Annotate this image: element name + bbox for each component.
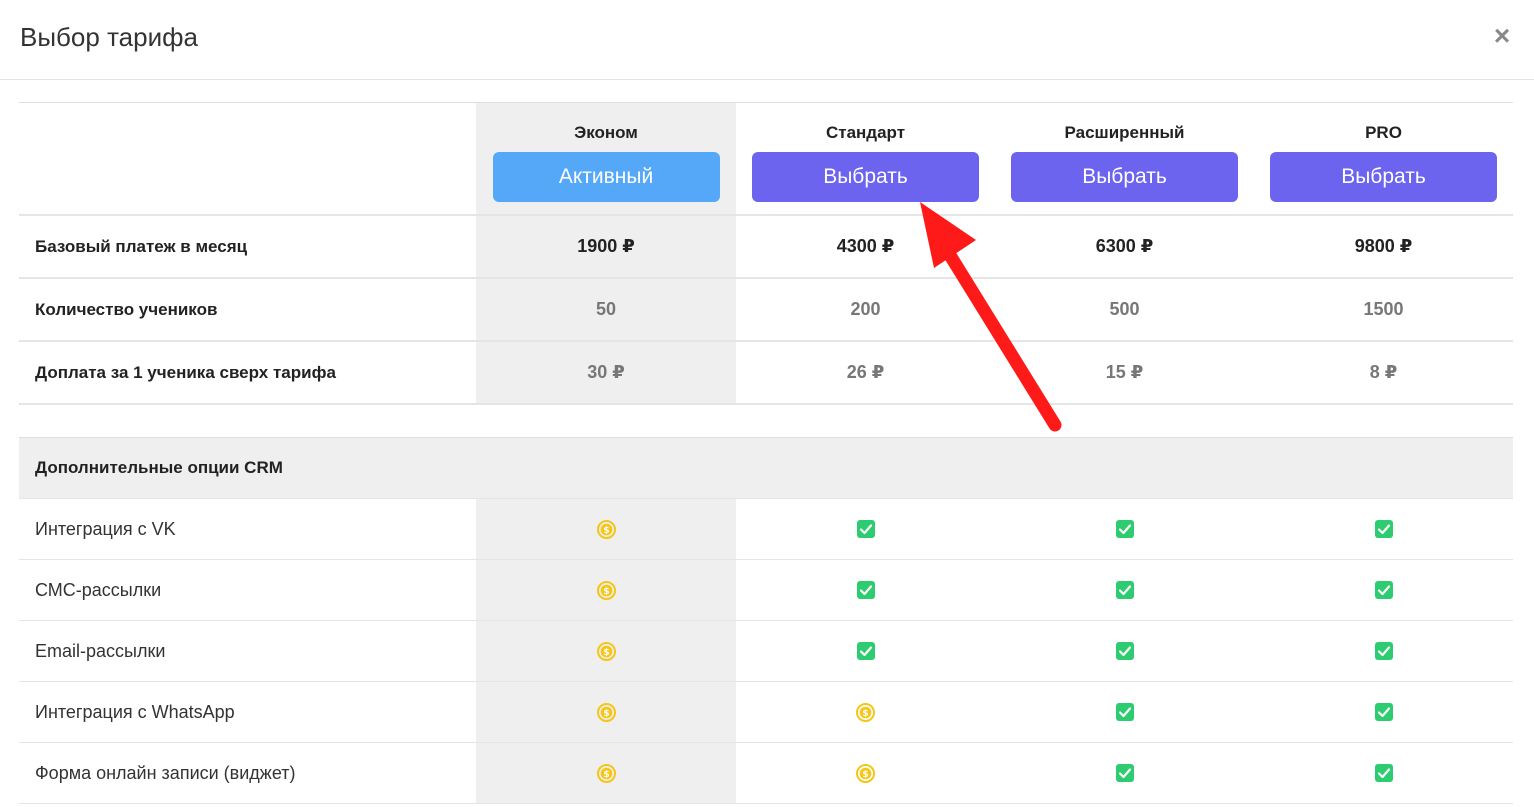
feature-cell [736, 498, 995, 560]
feature-row: Интеграция с WhatsApp $ $ [19, 681, 1513, 743]
metric-value: 9800 ₽ [1254, 215, 1513, 279]
plan-name: PRO [1365, 123, 1402, 142]
plan-name: Стандарт [825, 123, 906, 142]
plans-table: Эконом Активный Стандарт Выбрать Расширенный… [19, 102, 1513, 804]
feature-cell [736, 559, 995, 621]
plan-column-2: Расширенный Выбрать [995, 102, 1254, 216]
plan-name: Расширенный [1064, 123, 1185, 142]
feature-cell [1254, 498, 1513, 560]
metric-value: 1500 [1254, 278, 1513, 342]
dollar-coin-icon: $ [596, 763, 616, 783]
svg-text:$: $ [862, 770, 868, 780]
plan-column-3: PRO Выбрать [1254, 102, 1513, 216]
checkbox-checked-icon [856, 580, 875, 599]
select-plan-button[interactable]: Выбрать [1011, 152, 1238, 202]
feature-label: СМС-рассылки [19, 559, 476, 621]
dollar-coin-icon: $ [596, 641, 616, 661]
checkbox-checked-icon [1115, 519, 1134, 538]
checkbox-checked-icon [1374, 763, 1393, 782]
feature-row: СМС-рассылки $ [19, 559, 1513, 621]
metric-label: Количество учеников [19, 278, 476, 342]
metric-label: Базовый платеж в месяц [19, 215, 476, 279]
dollar-coin-icon: $ [856, 763, 875, 783]
feature-cell: $ [476, 620, 736, 682]
metric-value: 6300 ₽ [995, 215, 1254, 279]
plan-column-1: Стандарт Выбрать [736, 102, 995, 216]
feature-cell [995, 742, 1254, 804]
metric-value: 4300 ₽ [736, 215, 995, 279]
feature-label: Email-рассылки [19, 620, 476, 682]
spacer-cell [19, 404, 1513, 438]
close-icon[interactable]: × [1490, 22, 1514, 50]
checkbox-checked-icon [856, 641, 875, 660]
spacer-row [19, 404, 1513, 438]
plan-name: Эконом [574, 123, 638, 142]
metric-value: 30 ₽ [476, 341, 736, 405]
feature-cell [1254, 742, 1513, 804]
metric-value: 50 [476, 278, 736, 342]
feature-cell: $ [476, 498, 736, 560]
feature-cell [995, 498, 1254, 560]
feature-cell: $ [736, 742, 995, 804]
modal-header: Выбор тарифа × [0, 0, 1534, 80]
modal-title: Выбор тарифа [20, 22, 198, 52]
feature-cell [736, 620, 995, 682]
metric-row: Доплата за 1 ученика сверх тарифа 30 ₽26 … [19, 341, 1513, 405]
checkbox-checked-icon [1374, 641, 1393, 660]
active-plan-button[interactable]: Активный [492, 152, 720, 202]
header-empty-cell [19, 102, 476, 216]
dollar-coin-icon: $ [596, 519, 616, 539]
metric-value: 1900 ₽ [476, 215, 736, 279]
feature-cell: $ [476, 681, 736, 743]
feature-cell: $ [476, 742, 736, 804]
feature-cell [995, 620, 1254, 682]
checkbox-checked-icon [1115, 580, 1134, 599]
metric-value: 500 [995, 278, 1254, 342]
metric-row: Базовый платеж в месяц 1900 ₽4300 ₽6300 ₽… [19, 215, 1513, 279]
dollar-coin-icon: $ [596, 702, 616, 722]
metric-value: 15 ₽ [995, 341, 1254, 405]
feature-row: Форма онлайн записи (виджет) $ $ [19, 742, 1513, 804]
svg-text:$: $ [603, 648, 609, 658]
feature-label: Форма онлайн записи (виджет) [19, 742, 476, 804]
metric-row: Количество учеников 50 200 500 1500 [19, 278, 1513, 342]
feature-cell: $ [736, 681, 995, 743]
feature-cell [1254, 620, 1513, 682]
svg-text:$: $ [862, 709, 868, 719]
svg-text:$: $ [603, 526, 609, 536]
checkbox-checked-icon [1374, 580, 1393, 599]
plan-column-0: Эконом Активный [476, 102, 736, 216]
checkbox-checked-icon [1374, 702, 1393, 721]
feature-cell: $ [476, 559, 736, 621]
plans-header-row: Эконом Активный Стандарт Выбрать Расширенный… [19, 102, 1513, 216]
feature-cell [1254, 559, 1513, 621]
checkbox-checked-icon [1115, 763, 1134, 782]
feature-cell [1254, 681, 1513, 743]
select-plan-button[interactable]: Выбрать [1270, 152, 1497, 202]
dollar-coin-icon: $ [596, 580, 616, 600]
checkbox-checked-icon [1115, 702, 1134, 721]
feature-cell [995, 681, 1254, 743]
metric-label: Доплата за 1 ученика сверх тарифа [19, 341, 476, 405]
checkbox-checked-icon [856, 519, 875, 538]
svg-text:$: $ [603, 587, 609, 597]
checkbox-checked-icon [1115, 641, 1134, 660]
section-row: Дополнительные опции CRM [19, 437, 1513, 499]
svg-text:$: $ [603, 709, 609, 719]
feature-label: Интеграция с WhatsApp [19, 681, 476, 743]
select-plan-button[interactable]: Выбрать [752, 152, 979, 202]
section-title: Дополнительные опции CRM [19, 437, 1513, 499]
feature-cell [995, 559, 1254, 621]
metric-value: 8 ₽ [1254, 341, 1513, 405]
feature-row: Email-рассылки $ [19, 620, 1513, 682]
checkbox-checked-icon [1374, 519, 1393, 538]
metric-value: 26 ₽ [736, 341, 995, 405]
metric-value: 200 [736, 278, 995, 342]
dollar-coin-icon: $ [856, 702, 875, 722]
svg-text:$: $ [603, 770, 609, 780]
feature-row: Интеграция с VK $ [19, 498, 1513, 560]
feature-label: Интеграция с VK [19, 498, 476, 560]
